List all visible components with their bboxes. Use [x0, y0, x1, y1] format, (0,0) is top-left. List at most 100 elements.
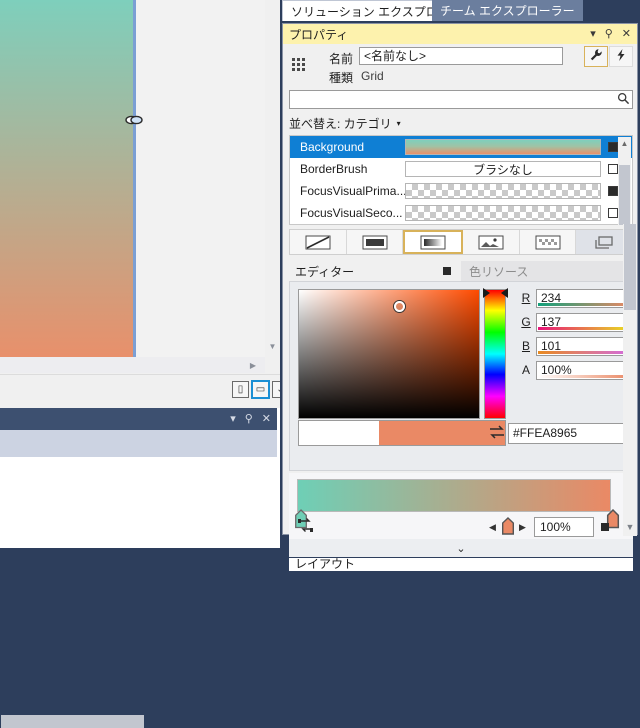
scroll-up-arrow[interactable]: ▲	[618, 137, 631, 150]
name-input[interactable]: <名前なし>	[359, 47, 563, 65]
chevron-down-icon: ▾	[396, 118, 401, 128]
bottom-tool-window-selection[interactable]	[0, 430, 277, 457]
property-name: FocusVisualSeco...	[300, 206, 403, 220]
channel-blue-box[interactable]: 101	[536, 337, 630, 356]
search-input[interactable]	[290, 91, 614, 108]
property-value-checker[interactable]	[405, 205, 601, 221]
swap-icon[interactable]	[486, 424, 508, 442]
channel-alpha[interactable]: A 100%	[520, 361, 630, 381]
bottom-tool-window-body[interactable]	[0, 457, 277, 548]
tool-window-tabstrip: ソリューション エクスプローラー チーム エクスプローラー	[280, 0, 640, 21]
solid-brush-icon[interactable]	[347, 230, 404, 254]
hex-color-row: #FFEA8965	[486, 420, 632, 446]
gradient-brush-icon[interactable]	[403, 230, 464, 254]
property-value-text[interactable]: ブラシなし	[405, 161, 601, 177]
bottom-tool-window-header: ▾ ⚲ ✕	[0, 408, 277, 430]
hue-slider[interactable]	[484, 289, 506, 419]
properties-view-button[interactable]	[584, 46, 608, 67]
offset-input[interactable]: 100%	[534, 517, 594, 537]
chevron-down-icon[interactable]: ▾	[230, 413, 236, 425]
close-icon[interactable]: ✕	[262, 413, 271, 425]
events-view-button[interactable]	[609, 46, 633, 67]
expander-toggle[interactable]: ⌄	[289, 539, 633, 557]
properties-scroll-thumb[interactable]	[624, 224, 636, 310]
properties-scrollbar[interactable]: ▼	[623, 224, 637, 536]
current-color-swatch[interactable]	[379, 421, 455, 445]
hue-slider-handle-right[interactable]	[501, 288, 508, 298]
channel-blue-gradient	[538, 351, 630, 354]
type-value: Grid	[361, 69, 384, 83]
channel-green-label: G	[521, 315, 531, 329]
tab-editor[interactable]: エディター	[289, 261, 461, 281]
channel-red[interactable]: R 234	[520, 289, 630, 309]
property-name: Background	[300, 140, 365, 154]
canvas-scroll-right-arrow[interactable]: ▶	[245, 357, 261, 373]
sort-selector[interactable]: 並べ替え: カテゴリ ▾	[289, 114, 401, 132]
properties-window: プロパティ ▾ ⚲ ✕ 名前 <名前なし> 種類 Grid 並べ替え: カテゴリ…	[282, 23, 638, 571]
close-icon[interactable]: ✕	[622, 28, 631, 40]
channel-alpha-box[interactable]: 100%	[536, 361, 630, 380]
offset-decrease-button[interactable]: ◀	[489, 522, 496, 533]
visual-studio-window: ▼ ▶ ▯ ▭ ⌄ ▾ ⚲ ✕ ソリューション エクスプローラー チーム エクス…	[0, 0, 640, 728]
artboard-selection-edge	[133, 0, 136, 357]
artboard-grid[interactable]	[0, 0, 133, 357]
canvas-horizontal-scroll-thumb[interactable]	[1, 715, 144, 728]
sort-label: 並べ替え: カテゴリ	[289, 116, 392, 131]
pin-icon[interactable]: ⚲	[245, 413, 253, 425]
split-vertical-button[interactable]: ▯	[232, 381, 249, 398]
color-swatch-comparison[interactable]	[298, 420, 506, 446]
channel-green-gradient	[538, 327, 630, 330]
search-icon[interactable]	[614, 92, 632, 108]
property-search[interactable]	[289, 90, 633, 109]
property-value-gradient[interactable]	[405, 139, 601, 155]
property-list[interactable]: Background BorderBrush ブラシなし FocusVisual…	[289, 135, 633, 225]
image-brush-icon[interactable]	[463, 230, 520, 254]
property-value-checker[interactable]	[405, 183, 601, 199]
tab-team-explorer[interactable]: チーム エクスプローラー	[432, 0, 583, 21]
previous-color-swatch[interactable]	[299, 421, 379, 445]
brush-editor-tabs: エディター 色リソース	[289, 261, 633, 281]
canvas-scroll-down-arrow[interactable]: ▼	[265, 338, 280, 354]
brush-type-toolbar[interactable]	[289, 229, 633, 255]
design-canvas[interactable]	[0, 0, 265, 357]
property-list-scrollbar[interactable]: ▲	[618, 137, 631, 225]
canvas-horizontal-scrollbar[interactable]	[0, 357, 265, 728]
reverse-gradient-icon[interactable]	[297, 517, 315, 535]
offset-increase-button[interactable]: ▶	[519, 522, 526, 533]
gradient-stop-editor: ◀ ▶ 100%	[289, 473, 633, 539]
channel-red-box[interactable]: 234	[536, 289, 630, 308]
offset-advanced-marker[interactable]	[601, 523, 609, 531]
canvas-vertical-scrollbar[interactable]	[265, 0, 544, 357]
channel-green[interactable]: G 137	[520, 313, 630, 333]
hue-slider-handle-left[interactable]	[483, 288, 490, 298]
property-advanced-marker[interactable]	[608, 164, 618, 174]
channel-green-box[interactable]: 137	[536, 313, 630, 332]
sv-picker-handle[interactable]	[394, 301, 405, 312]
type-label: 種類	[328, 71, 353, 85]
table-row[interactable]: Background	[290, 136, 632, 158]
property-advanced-marker[interactable]	[608, 142, 618, 152]
tile-brush-icon[interactable]	[520, 230, 577, 254]
property-advanced-marker[interactable]	[608, 186, 618, 196]
offset-stop-icon[interactable]	[501, 517, 515, 535]
gradient-preview-bar[interactable]	[297, 479, 611, 512]
no-brush-icon[interactable]	[290, 230, 347, 254]
editor-marker-icon[interactable]	[443, 267, 451, 275]
next-category-row[interactable]: レイアウト	[289, 558, 633, 571]
property-list-scroll-thumb[interactable]	[619, 165, 630, 225]
channel-blue[interactable]: B 101	[520, 337, 630, 357]
table-row[interactable]: BorderBrush ブラシなし	[290, 158, 632, 180]
hex-input[interactable]: #FFEA8965	[508, 422, 624, 444]
split-horizontal-button[interactable]: ▭	[251, 380, 270, 399]
table-row[interactable]: FocusVisualSeco...	[290, 202, 632, 224]
property-advanced-marker[interactable]	[608, 208, 618, 218]
table-row[interactable]: FocusVisualPrima...	[290, 180, 632, 202]
saturation-value-picker[interactable]	[298, 289, 480, 419]
pin-icon[interactable]: ⚲	[605, 28, 613, 40]
chevron-down-icon[interactable]: ▾	[590, 28, 596, 40]
properties-scroll-down-arrow[interactable]: ▼	[623, 520, 637, 534]
tab-color-resources[interactable]: 色リソース	[461, 261, 633, 281]
element-identity: 名前 <名前なし> 種類 Grid	[283, 44, 637, 88]
sv-black-overlay	[299, 290, 479, 418]
channel-alpha-label: A	[521, 363, 530, 377]
